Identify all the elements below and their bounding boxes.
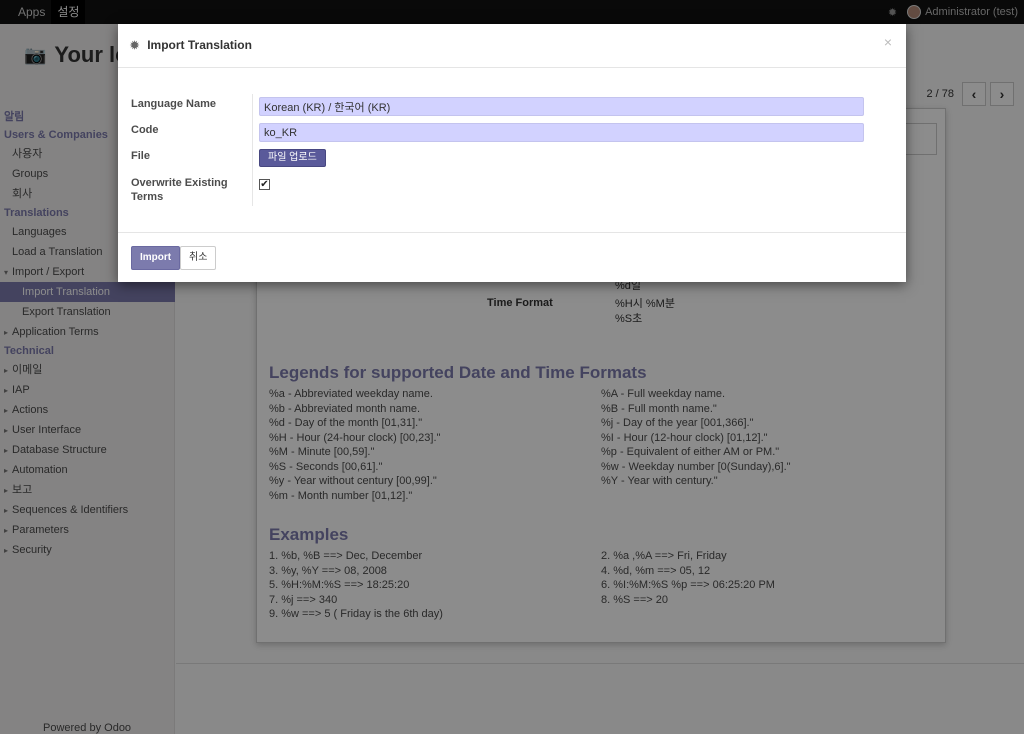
code-label: Code xyxy=(131,124,159,136)
modal-header: ✹ Import Translation × xyxy=(118,24,906,68)
import-translation-dialog: ✹ Import Translation × Language Name Cod… xyxy=(118,24,906,282)
modal-title-text: Import Translation xyxy=(147,38,252,52)
modal-body: Language Name Code File 파일 업로드 Overwrite… xyxy=(118,68,906,232)
form-separator xyxy=(252,94,253,206)
file-label: File xyxy=(131,150,150,162)
language-name-label: Language Name xyxy=(131,98,216,110)
close-icon[interactable]: × xyxy=(884,34,892,50)
code-field[interactable] xyxy=(259,123,864,142)
modal-title: ✹ Import Translation xyxy=(130,38,252,52)
import-button[interactable]: Import xyxy=(131,246,181,270)
bug-icon: ✹ xyxy=(130,39,140,52)
modal-footer: Import 취소 xyxy=(118,232,906,282)
overwrite-checkbox[interactable]: ✔ xyxy=(259,179,270,190)
overwrite-label: Overwrite Existing Terms xyxy=(131,177,228,203)
cancel-button[interactable]: 취소 xyxy=(180,246,217,270)
language-name-field[interactable] xyxy=(259,97,864,116)
upload-file-button[interactable]: 파일 업로드 xyxy=(259,149,326,167)
